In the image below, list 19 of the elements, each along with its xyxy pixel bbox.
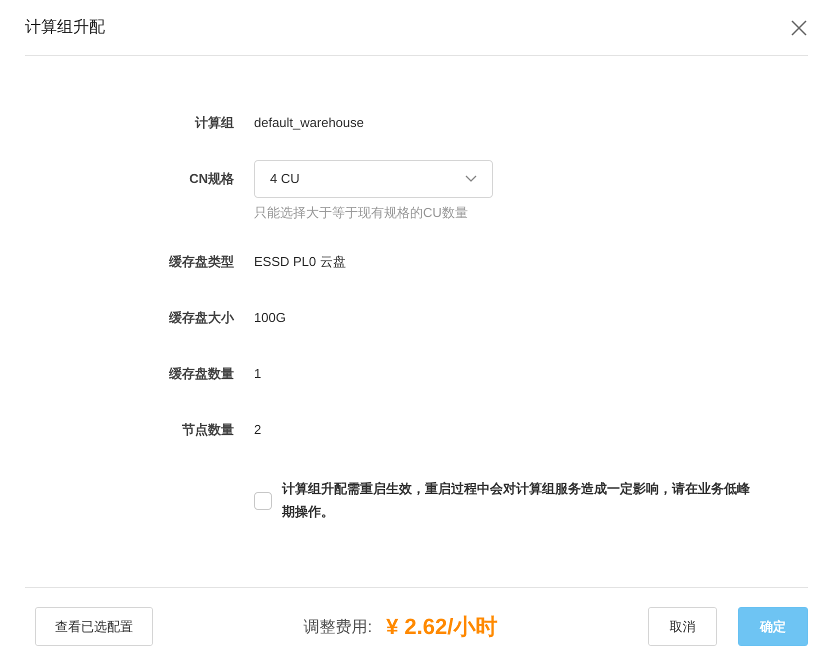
field-value: ESSD PL0 云盘 bbox=[254, 252, 346, 271]
agreement-text: 计算组升配需重启生效，重启过程中会对计算组服务造成一定影响，请在业务低峰期操作。 bbox=[282, 480, 751, 520]
fee-label: 调整费用: bbox=[304, 618, 372, 638]
field-hint: 只能选择大于等于现有规格的CU数量 bbox=[254, 204, 469, 222]
cancel-button[interactable]: 取消 bbox=[648, 607, 717, 646]
spec-select[interactable]: 4 CU bbox=[254, 160, 493, 198]
field-label: 节点数量 bbox=[182, 420, 234, 439]
field-value: default_warehouse bbox=[254, 114, 364, 132]
view-config-button[interactable]: 查看已选配置 bbox=[35, 607, 153, 646]
field-label: 缓存盘类型 bbox=[169, 252, 234, 271]
field-value: 2 bbox=[254, 420, 262, 439]
field-label: 缓存盘大小 bbox=[169, 308, 234, 327]
field-label: 计算组 bbox=[195, 114, 234, 132]
field-value: 1 bbox=[254, 364, 262, 383]
fee-value: ¥ 2.62/小时 bbox=[386, 613, 498, 641]
field-label: CN规格 bbox=[189, 170, 234, 188]
dialog-title: 计算组升配 bbox=[25, 18, 105, 38]
field-label: 缓存盘数量 bbox=[169, 364, 234, 383]
field-value: 100G bbox=[254, 308, 286, 327]
